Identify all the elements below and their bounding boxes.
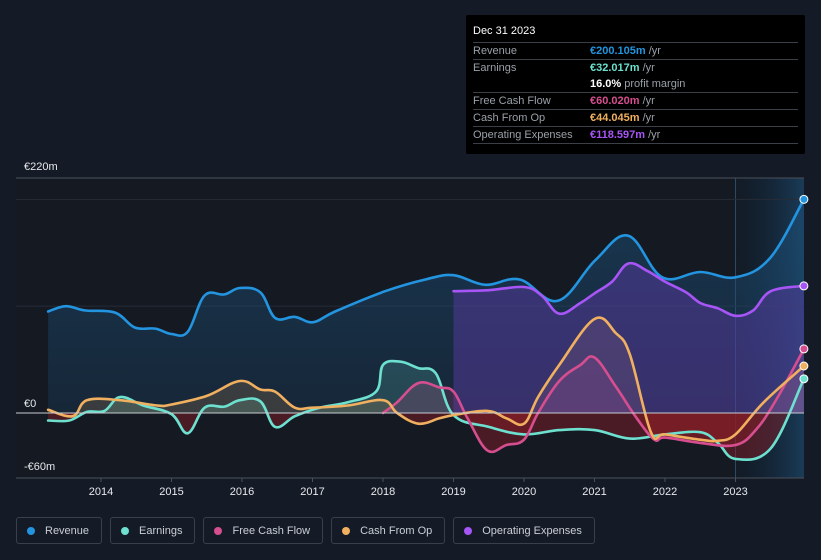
x-tick-label: 2022 <box>653 486 677 498</box>
tooltip-date: Dec 31 2023 <box>473 23 798 43</box>
legend-dot-icon <box>464 526 473 535</box>
tooltip: Dec 31 2023 Revenue €200.105m /yr Earnings… <box>466 15 805 154</box>
tooltip-label: Operating Expenses <box>473 129 573 141</box>
tooltip-unit: /yr <box>645 129 661 141</box>
x-tick-label: 2015 <box>159 486 183 498</box>
tooltip-label: Cash From Op <box>473 112 546 124</box>
legend-label: Cash From Op <box>360 524 433 537</box>
tooltip-label: Earnings <box>473 62 517 74</box>
tooltip-value: €200.105m <box>590 45 646 57</box>
x-tick-label: 2019 <box>441 486 465 498</box>
tooltip-label: Free Cash Flow <box>473 95 551 107</box>
legend-dot-icon <box>214 526 223 535</box>
x-tick-label: 2014 <box>89 486 113 498</box>
legend-label: Earnings <box>139 524 183 537</box>
legend-label: Operating Expenses <box>482 524 582 537</box>
tooltip-unit: /yr <box>639 95 655 107</box>
endpoint-free-cash-flow <box>799 344 809 354</box>
tooltip-value: €60.020m <box>590 95 640 107</box>
endpoint-operating-expenses <box>799 281 809 291</box>
legend: Revenue Earnings Free Cash Flow Cash From O… <box>16 517 595 544</box>
tooltip-row: Cash From Op €44.045m /yr <box>473 110 798 127</box>
tooltip-row: Operating Expenses €118.597m /yr <box>473 127 798 144</box>
legend-dot-icon <box>27 526 35 535</box>
legend-label: Revenue <box>45 524 90 537</box>
endpoint-cash-from-op <box>799 361 809 371</box>
legend-item-cash-from-op[interactable]: Cash From Op <box>331 517 446 544</box>
legend-item-earnings[interactable]: Earnings <box>110 517 196 544</box>
tooltip-unit: profit margin <box>621 78 686 90</box>
tooltip-row: Earnings €32.017m /yr <box>473 60 798 76</box>
endpoint-revenue <box>799 194 809 204</box>
endpoint-earnings <box>799 374 809 384</box>
x-tick-label: 2017 <box>300 486 324 498</box>
x-tick-label: 2020 <box>512 486 536 498</box>
legend-item-free-cash-flow[interactable]: Free Cash Flow <box>203 517 324 544</box>
y-tick-label: €220m <box>24 161 58 173</box>
tooltip-label: Revenue <box>473 45 518 57</box>
tooltip-label <box>473 76 590 92</box>
tooltip-value: €118.597m <box>590 129 646 141</box>
tooltip-row: Free Cash Flow €60.020m /yr <box>473 93 798 110</box>
legend-dot-icon <box>121 526 130 535</box>
tooltip-unit: /yr <box>639 112 655 124</box>
x-tick-label: 2021 <box>582 486 606 498</box>
tooltip-row: 16.0% profit margin <box>473 76 798 93</box>
tooltip-row: Revenue €200.105m /yr <box>473 43 798 60</box>
legend-label: Free Cash Flow <box>232 524 311 537</box>
tooltip-unit: /yr <box>639 62 655 74</box>
legend-item-operating-expenses[interactable]: Operating Expenses <box>453 517 595 544</box>
tooltip-value: 16.0% <box>590 78 622 90</box>
tooltip-value: €32.017m <box>590 62 640 74</box>
x-tick-label: 2023 <box>723 486 747 498</box>
y-tick-label: €0 <box>24 398 36 410</box>
y-tick-label: -€60m <box>24 461 55 473</box>
x-tick-label: 2018 <box>371 486 395 498</box>
tooltip-unit: /yr <box>645 45 661 57</box>
tooltip-value: €44.045m <box>590 112 640 124</box>
legend-item-revenue[interactable]: Revenue <box>16 517 103 544</box>
legend-dot-icon <box>342 526 351 535</box>
x-tick-label: 2016 <box>230 486 254 498</box>
